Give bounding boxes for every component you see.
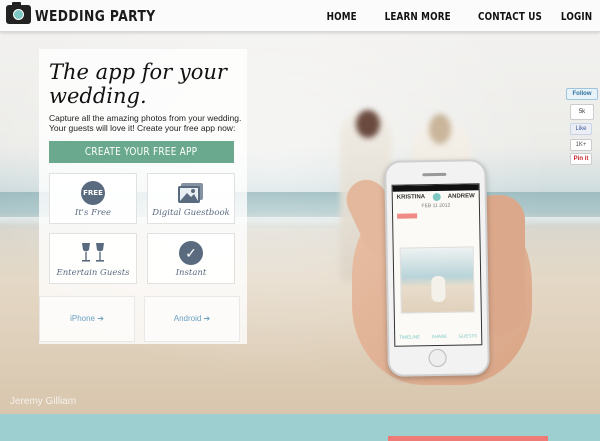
- main-nav: HOME LEARN MORE CONTACT US LOGIN: [319, 10, 592, 23]
- feature-instant[interactable]: ✓ Instant: [147, 233, 235, 284]
- brand-name[interactable]: WEDDING PARTY: [35, 7, 156, 25]
- facebook-like-button[interactable]: Like: [570, 123, 592, 135]
- camera-logo-icon[interactable]: [6, 2, 31, 24]
- nav-login[interactable]: LOGIN: [561, 10, 592, 23]
- phone-tab-share: SHARE: [431, 333, 448, 340]
- phone-name-right: ANDREW: [447, 193, 475, 200]
- nav-home[interactable]: HOME: [327, 10, 357, 23]
- create-free-app-button[interactable]: CREATE YOUR FREE APP: [49, 141, 234, 163]
- site-header: WEDDING PARTY HOME LEARN MORE CONTACT US…: [0, 0, 600, 32]
- like-count-button[interactable]: 5k: [570, 104, 594, 120]
- nav-contact-us[interactable]: CONTACT US: [478, 10, 542, 23]
- phone-name-left: KRISTINA: [396, 194, 426, 201]
- phone-photo: [399, 246, 475, 314]
- feature-label: Digital Guestbook: [152, 208, 230, 218]
- nav-learn-more[interactable]: LEARN MORE: [384, 10, 450, 23]
- android-link[interactable]: Android ➔: [144, 296, 240, 342]
- free-badge-icon: FREE: [81, 181, 105, 205]
- feature-label: Entertain Guests: [56, 268, 130, 278]
- feature-label: It's Free: [74, 208, 112, 218]
- pinterest-button[interactable]: Pin it: [570, 153, 592, 165]
- bottom-band: [0, 414, 600, 441]
- phone-tab-guests: GUESTS: [458, 333, 478, 339]
- photo-credit: Jeremy Gilliam: [10, 396, 77, 407]
- page-title: The app for your wedding.: [49, 60, 227, 108]
- iphone-link[interactable]: iPhone ➔: [39, 296, 135, 342]
- photo-album-icon: [177, 181, 205, 210]
- feature-digital-guestbook[interactable]: Digital Guestbook: [147, 173, 235, 224]
- feature-free[interactable]: FREE It's Free: [49, 173, 137, 224]
- heart-icon: [432, 192, 441, 202]
- phone-tab-timeline: TIMELINE: [399, 334, 421, 340]
- feature-entertain-guests[interactable]: Entertain Guests: [49, 233, 137, 284]
- twitter-follow-button[interactable]: Follow: [566, 88, 598, 100]
- bottom-accent-bar: [388, 436, 548, 441]
- phone-date: FEB 11 2012: [421, 202, 451, 210]
- phone-mockup: KRISTINA ANDREW FEB 11 2012 TIMELINE SHA…: [384, 159, 490, 377]
- wine-glasses-icon: [78, 241, 108, 270]
- hero-subtext: Capture all the amazing photos from your…: [49, 113, 242, 133]
- phone-screen: KRISTINA ANDREW FEB 11 2012 TIMELINE SHA…: [391, 183, 483, 347]
- phone-home-button: [428, 348, 447, 368]
- feature-label: Instant: [175, 268, 207, 278]
- plus-one-button[interactable]: 1K+: [570, 139, 592, 151]
- checkmark-icon: ✓: [179, 241, 203, 265]
